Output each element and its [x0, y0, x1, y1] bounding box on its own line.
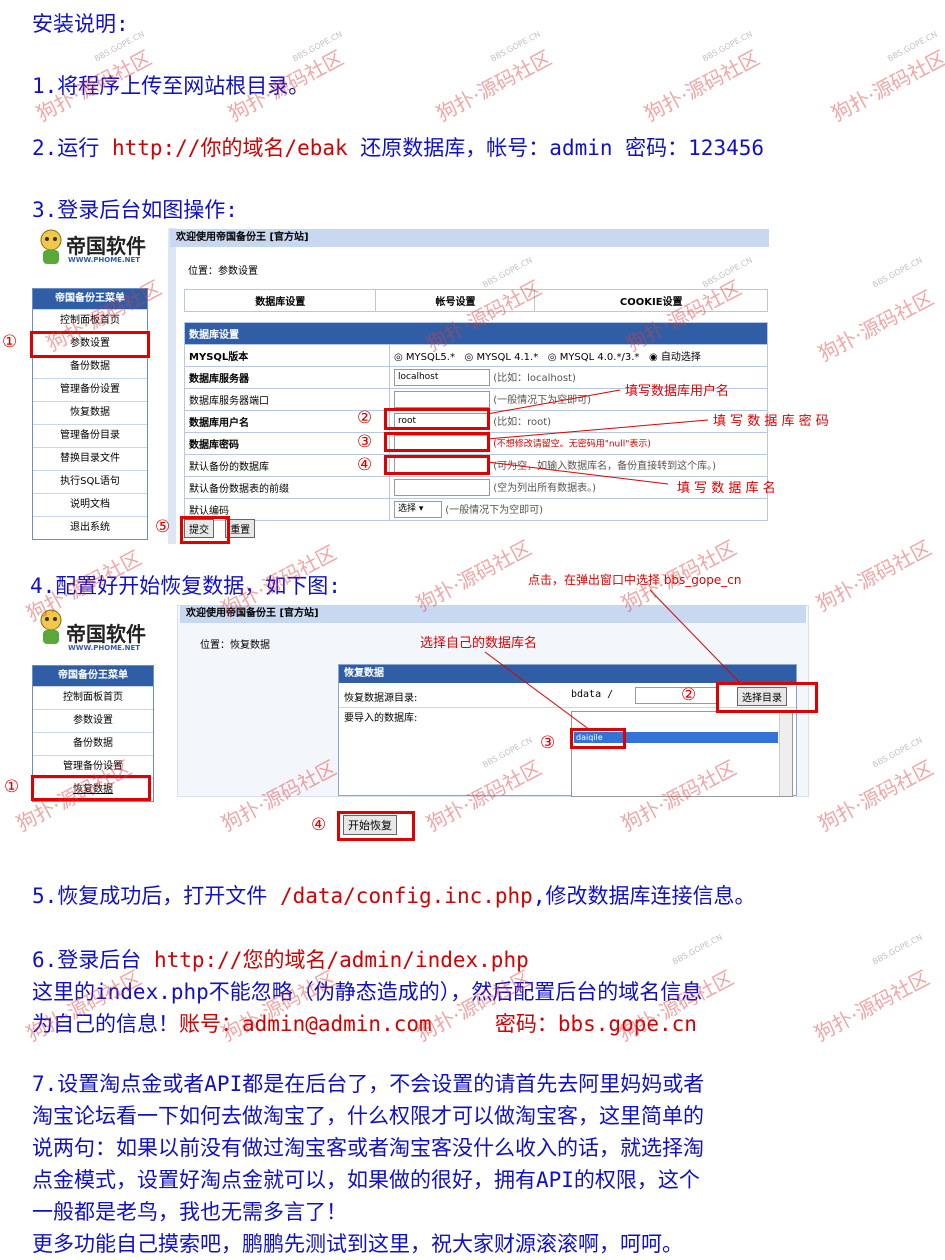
step-6-line3-prefix: 为自己的信息！: [32, 1012, 179, 1036]
step-5-path: /data/config.inc.php: [279, 884, 533, 908]
step-6: 6.登录后台 http://您的域名/admin/index.php: [32, 944, 529, 974]
step-7-line: 点金模式，设置好淘点金就可以，如果做的很好，拥有API的权限，这个: [32, 1168, 700, 1192]
step-6-line2: 这里的index.php不能忽略（伪静态造成的），然后配置后台的域名信息: [32, 980, 703, 1004]
step-6-line3: 为自己的信息！账号：admin@admin.com 密码：bbs.gope.cn: [32, 1008, 697, 1038]
step-6-prefix: 6.登录后台: [32, 948, 154, 972]
step-7-line: 更多功能自己摸索吧，鹏鹏先测试到这里，祝大家财源滚滚啊，呵呵。: [32, 1232, 683, 1256]
step-5-suffix: ,修改数据库连接信息。: [532, 884, 756, 908]
step-7: 7.设置淘点金或者API都是在后台了，不会设置的请首先去阿里妈妈或者 淘宝论坛看…: [32, 1068, 704, 1260]
watermark-small: BBS.GOPE.CN: [871, 932, 924, 967]
step-5-prefix: 5.恢复成功后，打开文件: [32, 884, 280, 908]
note-select-db: 选择自己的数据库名: [420, 636, 538, 651]
step-5: 5.恢复成功后，打开文件 /data/config.inc.php,修改数据库连…: [32, 880, 755, 910]
step-7-line: 淘宝论坛看一下如何去做淘宝了，什么权限才可以做淘宝客，这里简单的: [32, 1104, 704, 1128]
step-6-account: 账号：admin@admin.com 密码：bbs.gope.cn: [179, 1012, 697, 1036]
annotation-lines: [484, 589, 741, 731]
watermark-small: BBS.GOPE.CN: [671, 932, 724, 967]
step-7-line: 7.设置淘点金或者API都是在后台了，不会设置的请首先去阿里妈妈或者: [32, 1072, 705, 1096]
watermark-text: 狗扑·源码社区: [810, 965, 934, 1047]
step-6-url: http://您的域名/admin/index.php: [153, 948, 529, 972]
step-7-line: 说两句：如果以前没有做过淘宝客或者淘宝客没什么收入的话，就选择淘: [32, 1136, 704, 1160]
step-7-line: 一般都是老鸟，我也无需多言了！: [32, 1200, 347, 1224]
